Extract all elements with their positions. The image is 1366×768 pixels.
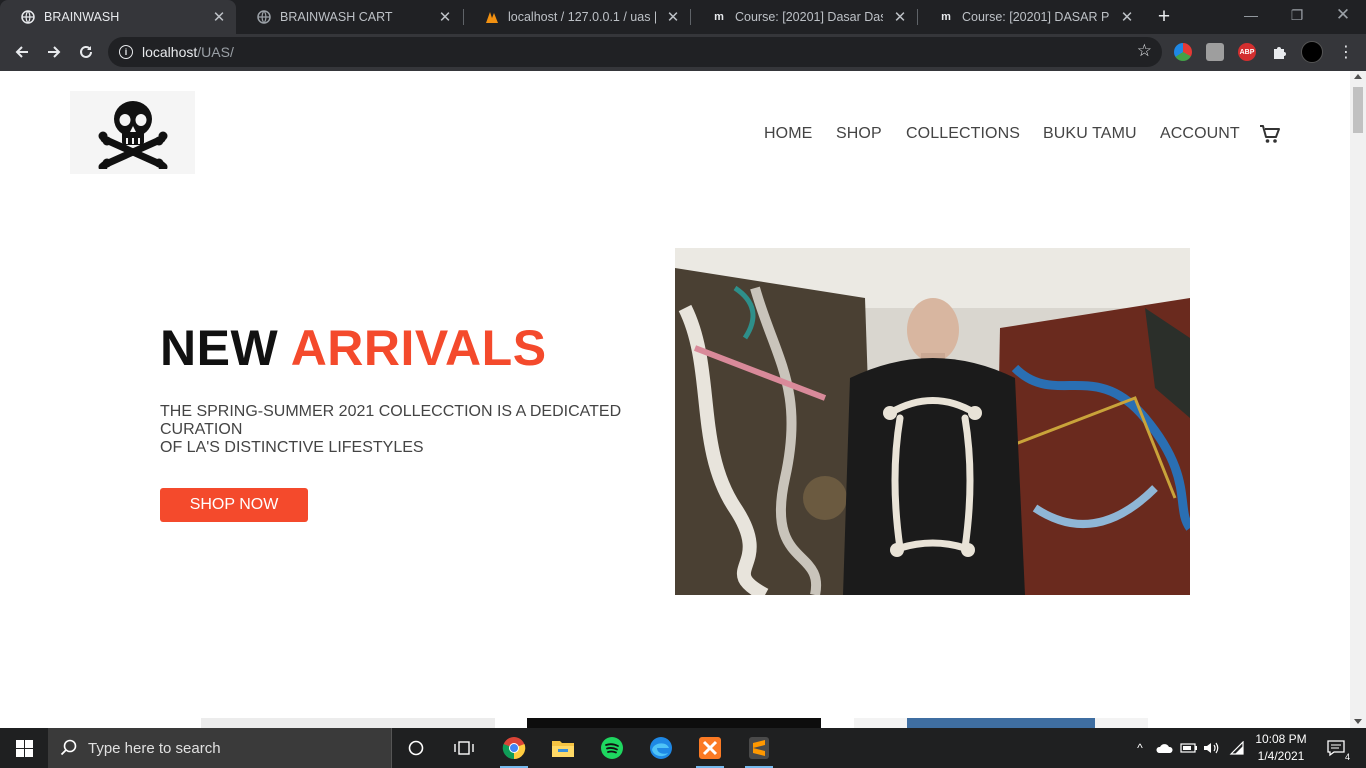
hero-headline: NEW ARRIVALS	[160, 319, 547, 377]
notification-count-badge: 4	[1344, 752, 1350, 762]
browser-tab-strip: BRAINWASH ✕ BRAINWASH CART ✕ localhost /…	[0, 0, 1366, 34]
tab-course-1[interactable]: m Course: [20201] Dasar Dasar Ko ✕	[691, 0, 917, 34]
restore-icon[interactable]: ❐	[1274, 0, 1320, 30]
shopping-cart-icon[interactable]	[1259, 123, 1281, 150]
hero-description: THE SPRING-SUMMER 2021 COLLECCTION IS A …	[160, 403, 640, 457]
url-path: /UAS/	[197, 44, 234, 60]
search-placeholder: Type here to search	[88, 740, 221, 757]
site-logo[interactable]	[70, 91, 195, 174]
tab-course-2[interactable]: m Course: [20201] DASAR PEMRO ✕	[918, 0, 1144, 34]
show-hidden-icons-icon[interactable]: ^	[1132, 728, 1148, 768]
moodle-icon: m	[714, 11, 724, 23]
tab-phpmyadmin[interactable]: localhost / 127.0.0.1 / uas | php ✕	[464, 0, 690, 34]
sublime-text-icon[interactable]	[735, 728, 783, 768]
profile-avatar-icon[interactable]	[1301, 41, 1323, 63]
address-bar[interactable]: i localhost/UAS/ ☆	[108, 37, 1162, 67]
page-scrollbar[interactable]	[1350, 71, 1366, 728]
scroll-down-arrow-icon[interactable]	[1354, 719, 1362, 724]
url-text[interactable]: localhost/UAS/	[142, 44, 234, 60]
phpmyadmin-icon	[484, 9, 500, 25]
close-tab-icon[interactable]: ✕	[210, 8, 228, 26]
url-host: localhost	[142, 44, 198, 60]
moodle-icon: m	[941, 11, 951, 23]
site-info-icon[interactable]: i	[119, 45, 133, 59]
battery-icon[interactable]	[1179, 728, 1199, 768]
close-tab-icon[interactable]: ✕	[436, 8, 454, 26]
reload-icon[interactable]	[73, 39, 99, 65]
nav-buku-tamu[interactable]: BUKU TAMU	[1043, 125, 1137, 143]
minimize-icon[interactable]: —	[1228, 0, 1274, 30]
window-close-icon[interactable]: ✕	[1320, 0, 1366, 30]
tab-title: Course: [20201] DASAR PEMRO	[962, 10, 1110, 24]
taskbar-search-box[interactable]: Type here to search	[48, 728, 392, 768]
product-thumbnail[interactable]	[527, 718, 821, 728]
close-tab-icon[interactable]: ✕	[891, 8, 909, 26]
clock-time: 10:08 PM	[1255, 732, 1307, 746]
forward-arrow-icon[interactable]	[41, 39, 67, 65]
product-thumbnail[interactable]	[854, 718, 1148, 728]
xampp-icon[interactable]	[686, 728, 734, 768]
close-tab-icon[interactable]: ✕	[664, 8, 682, 26]
puzzle-icon[interactable]	[1270, 43, 1288, 61]
cortana-icon[interactable]	[392, 728, 440, 768]
chrome-menu-icon[interactable]: ⋮	[1333, 39, 1359, 65]
nav-home[interactable]: HOME	[764, 125, 812, 143]
edge-icon[interactable]	[637, 728, 685, 768]
clock-date: 1/4/2021	[1257, 749, 1305, 763]
gray-extension-icon[interactable]	[1206, 43, 1224, 61]
nav-shop[interactable]: SHOP	[836, 125, 882, 143]
skull-crossbones-logo	[98, 100, 167, 169]
color-extension-icon[interactable]	[1174, 43, 1192, 61]
hero-description-line: OF LA'S DISTINCTIVE LIFESTYLES	[160, 439, 424, 456]
scrollbar-thumb[interactable]	[1353, 87, 1363, 133]
tab-title: BRAINWASH CART	[280, 10, 393, 24]
product-thumbnail[interactable]	[201, 718, 495, 728]
tab-brainwash[interactable]: BRAINWASH ✕	[0, 0, 236, 34]
hero-image	[675, 248, 1190, 595]
chrome-icon[interactable]	[490, 728, 538, 768]
tab-title: localhost / 127.0.0.1 / uas | php	[508, 10, 656, 24]
back-arrow-icon[interactable]	[9, 39, 35, 65]
globe-icon	[256, 9, 272, 25]
headline-new: NEW	[160, 320, 279, 376]
windows-taskbar: Type here to search ^ 10:08 PM 1/4/2021	[0, 728, 1366, 768]
scroll-up-arrow-icon[interactable]	[1354, 74, 1362, 79]
nav-collections[interactable]: COLLECTIONS	[906, 125, 1020, 143]
browser-toolbar: i localhost/UAS/ ☆ ABP ⋮	[0, 34, 1366, 71]
bookmark-star-icon[interactable]: ☆	[1137, 41, 1152, 61]
tab-title: Course: [20201] Dasar Dasar Ko	[735, 10, 883, 24]
shop-now-button[interactable]: SHOP NOW	[160, 488, 308, 522]
wifi-icon[interactable]	[1227, 728, 1247, 768]
file-explorer-icon[interactable]	[539, 728, 587, 768]
page-viewport: HOME SHOP COLLECTIONS BUKU TAMU ACCOUNT …	[0, 71, 1350, 728]
tab-title: BRAINWASH	[44, 10, 120, 24]
system-clock[interactable]: 10:08 PM 1/4/2021	[1250, 731, 1312, 765]
hero-description-line: THE SPRING-SUMMER 2021 COLLECCTION IS A …	[160, 403, 622, 438]
close-tab-icon[interactable]: ✕	[1118, 8, 1136, 26]
new-tab-plus-icon[interactable]: +	[1152, 5, 1176, 29]
windows-start-icon[interactable]	[0, 728, 48, 768]
abp-icon[interactable]: ABP	[1238, 43, 1256, 61]
tab-brainwash-cart[interactable]: BRAINWASH CART ✕	[236, 0, 462, 34]
spotify-icon[interactable]	[588, 728, 636, 768]
nav-account[interactable]: ACCOUNT	[1160, 125, 1240, 143]
task-view-icon[interactable]	[440, 728, 488, 768]
action-center-icon[interactable]: 4	[1318, 728, 1354, 768]
onedrive-icon[interactable]	[1154, 728, 1174, 768]
headline-arrivals: ARRIVALS	[290, 320, 547, 376]
globe-icon	[20, 9, 36, 25]
volume-icon[interactable]	[1202, 728, 1222, 768]
search-icon	[60, 739, 78, 762]
